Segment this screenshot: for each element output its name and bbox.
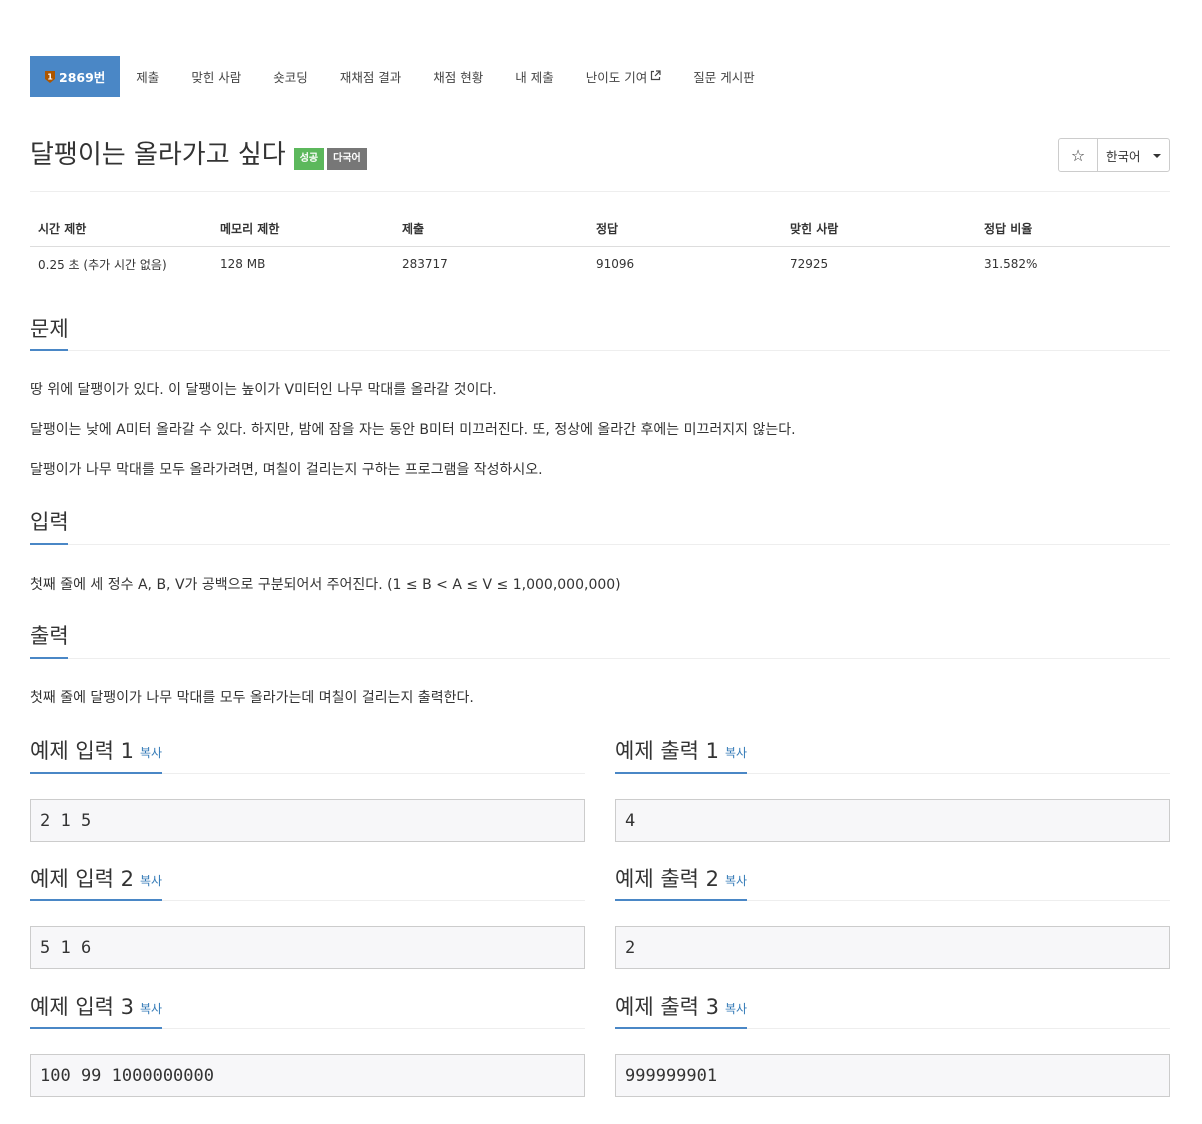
sample-input-heading-3: 예제 입력 3 복사	[30, 993, 162, 1024]
tab-my-submissions[interactable]: 내 제출	[499, 56, 569, 97]
sample-heading-underline	[615, 899, 747, 901]
sample-heading-text: 예제 입력 1	[30, 739, 134, 763]
tab-submit[interactable]: 제출	[120, 56, 175, 97]
tab-label: 2869번	[59, 70, 106, 85]
copy-sample-input-3-link[interactable]: 복사	[140, 1002, 162, 1016]
favorite-star-button[interactable]: ☆	[1058, 138, 1098, 172]
info-header: 메모리 제한	[212, 212, 394, 247]
copy-sample-input-2-link[interactable]: 복사	[140, 874, 162, 888]
section-divider	[162, 900, 585, 901]
info-header: 정답 비율	[976, 212, 1170, 247]
sample-heading-underline	[30, 1027, 162, 1029]
sample-heading-text: 예제 출력 2	[615, 867, 719, 891]
tab-label: 맞힌 사람	[191, 70, 242, 85]
input-description: 첫째 줄에 세 정수 A, B, V가 공백으로 구분되어서 주어진다. (1 …	[30, 577, 621, 593]
time-limit-value: 0.25 초 (추가 시간 없음)	[38, 257, 167, 272]
tab-solvers[interactable]: 맞힌 사람	[175, 56, 257, 97]
tab-short-coding[interactable]: 숏코딩	[257, 56, 324, 97]
description-heading: 문제	[30, 317, 69, 341]
tab-label: 재채점 결과	[339, 70, 402, 85]
accepted-value: 91096	[596, 257, 635, 272]
info-header: 제출	[394, 212, 588, 247]
accept-ratio-value: 31.582%	[984, 257, 1038, 272]
section-divider	[68, 544, 1170, 545]
sample-input-1-box: 2 1 5	[30, 799, 585, 842]
copy-sample-output-3-link[interactable]: 복사	[725, 1002, 747, 1016]
info-header: 정답	[588, 212, 782, 247]
tab-label: 질문 게시판	[693, 70, 755, 85]
tab-label: 숏코딩	[273, 70, 308, 85]
info-header: 시간 제한	[30, 212, 212, 247]
submissions-value: 283717	[402, 257, 448, 272]
svg-text:1: 1	[47, 72, 53, 81]
sample-heading-underline	[30, 772, 162, 774]
solvers-value: 72925	[790, 257, 829, 272]
sample-heading-text: 예제 출력 3	[615, 995, 719, 1019]
input-heading: 입력	[30, 510, 69, 534]
language-selected: 한국어	[1106, 148, 1141, 164]
tab-judge-status[interactable]: 채점 현황	[417, 56, 499, 97]
sample-heading-text: 예제 입력 2	[30, 867, 134, 891]
sample-output-2-box: 2	[615, 926, 1170, 969]
title-divider	[30, 191, 1170, 192]
output-heading: 출력	[30, 624, 69, 648]
sample-heading-text: 예제 입력 3	[30, 995, 134, 1019]
sample-heading-underline	[615, 772, 747, 774]
sample-input-heading-2: 예제 입력 2 복사	[30, 865, 162, 896]
bronze-tier-icon: 1	[44, 70, 56, 84]
tab-label: 난이도 기여	[585, 70, 648, 85]
copy-sample-output-2-link[interactable]: 복사	[725, 874, 747, 888]
description-heading-underline	[30, 349, 68, 351]
problem-info-table: 시간 제한 메모리 제한 제출 정답 맞힌 사람 정답 비율 0.25 초 (추…	[30, 212, 1170, 282]
tab-difficulty-contribution[interactable]: 난이도 기여	[570, 56, 677, 97]
info-header: 맞힌 사람	[782, 212, 976, 247]
sample-output-1-box: 4	[615, 799, 1170, 842]
copy-sample-output-1-link[interactable]: 복사	[725, 746, 747, 760]
sample-heading-underline	[615, 1027, 747, 1029]
success-badge: 성공	[293, 148, 325, 170]
section-divider	[68, 658, 1170, 659]
problem-tabs: 1 2869번 제출 맞힌 사람 숏코딩 재채점 결과 채점 현황 내 제출 난…	[30, 56, 771, 97]
problem-title: 달팽이는 올라가고 싶다	[30, 140, 286, 170]
sample-input-2-box: 5 1 6	[30, 926, 585, 969]
sample-heading-text: 예제 출력 1	[615, 739, 719, 763]
sample-input-3-box: 100 99 1000000000	[30, 1054, 585, 1097]
description-paragraph: 달팽이가 나무 막대를 모두 올라가려면, 며칠이 걸리는지 구하는 프로그램을…	[30, 462, 543, 478]
sample-output-heading-3: 예제 출력 3 복사	[615, 993, 747, 1024]
caret-down-icon	[1153, 154, 1161, 158]
problem-header: 달팽이는 올라가고 싶다 성공 다국어 ☆ 한국어	[30, 138, 1170, 190]
copy-sample-input-1-link[interactable]: 복사	[140, 746, 162, 760]
section-divider	[747, 773, 1170, 774]
tab-problem[interactable]: 1 2869번	[30, 56, 121, 97]
description-paragraph: 땅 위에 달팽이가 있다. 이 달팽이는 높이가 V미터인 나무 막대를 올라갈…	[30, 382, 497, 398]
language-dropdown[interactable]: 한국어	[1097, 138, 1170, 172]
memory-limit-value: 128 MB	[220, 257, 266, 272]
section-divider	[747, 900, 1170, 901]
tab-qna-board[interactable]: 질문 게시판	[677, 56, 770, 97]
section-divider	[162, 1028, 585, 1029]
sample-heading-underline	[30, 899, 162, 901]
section-divider	[747, 1028, 1170, 1029]
problem-title-wrap: 달팽이는 올라가고 싶다 성공 다국어	[30, 138, 367, 172]
sample-input-heading-1: 예제 입력 1 복사	[30, 737, 162, 768]
output-heading-underline	[30, 657, 68, 659]
output-description: 첫째 줄에 달팽이가 나무 막대를 모두 올라가는데 며칠이 걸리는지 출력한다…	[30, 690, 474, 706]
tab-label: 내 제출	[515, 70, 554, 85]
multilingual-badge: 다국어	[327, 148, 367, 170]
external-link-icon	[650, 69, 661, 84]
section-divider	[68, 350, 1170, 351]
section-divider	[162, 773, 585, 774]
star-icon: ☆	[1070, 145, 1086, 165]
info-header-row: 시간 제한 메모리 제한 제출 정답 맞힌 사람 정답 비율	[30, 212, 1170, 247]
sample-output-heading-1: 예제 출력 1 복사	[615, 737, 747, 768]
info-value-row: 0.25 초 (추가 시간 없음) 128 MB 283717 91096 72…	[30, 246, 1170, 282]
sample-output-heading-2: 예제 출력 2 복사	[615, 865, 747, 896]
description-paragraph: 달팽이는 낮에 A미터 올라갈 수 있다. 하지만, 밤에 잠을 자는 동안 B…	[30, 422, 796, 438]
input-heading-underline	[30, 543, 68, 545]
tab-label: 채점 현황	[433, 70, 484, 85]
tab-rejudge-results[interactable]: 재채점 결과	[324, 56, 417, 97]
tab-label: 제출	[136, 70, 160, 85]
sample-output-3-box: 999999901	[615, 1054, 1170, 1097]
